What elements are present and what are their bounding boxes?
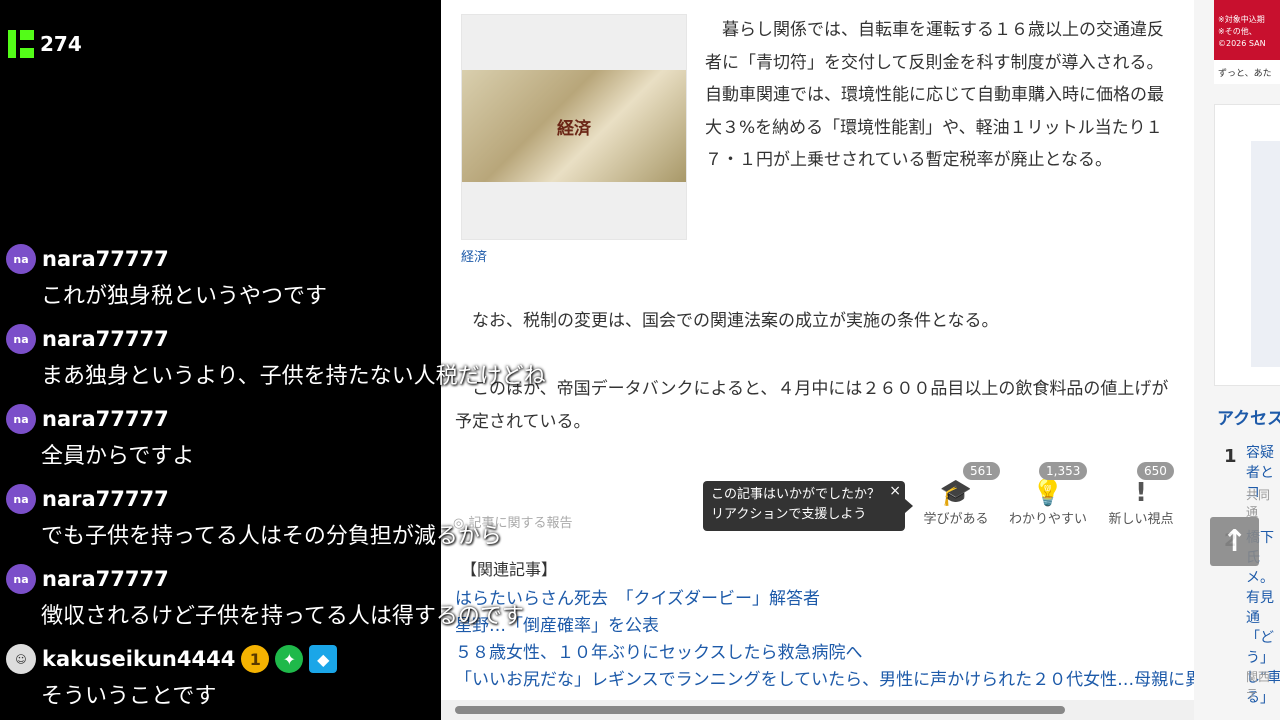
reaction-clear-button[interactable]: 💡 わかりやすい bbox=[1003, 478, 1093, 527]
article-image[interactable]: 経済 bbox=[462, 70, 686, 182]
user-avatar: na bbox=[6, 244, 36, 274]
ranking-source: 関西テ bbox=[1246, 670, 1271, 701]
reaction-count: 650 bbox=[1137, 462, 1174, 480]
reaction-label: 学びがある bbox=[923, 512, 989, 527]
scrollbar-thumb[interactable] bbox=[455, 706, 1065, 714]
chat-text: まあ独身というより、子供を持たない人税だけどね bbox=[41, 364, 546, 389]
article-paragraph: 暮らし関係では、自転車を運転する１６歳以上の交通違反者に「青切符」を交付して反則… bbox=[705, 20, 1164, 170]
reaction-new-view-button[interactable]: ! 新しい視点 bbox=[1103, 478, 1179, 527]
chat-username[interactable]: nara77777 bbox=[42, 247, 169, 271]
related-article-link[interactable]: ５８歳女性、１０年ぶりにセックスしたら救急病院へ bbox=[455, 638, 863, 663]
chat-text: 徴収されるけど子供を持ってる人は得するのです bbox=[41, 604, 524, 629]
image-label: 経済 bbox=[557, 118, 591, 139]
cube-badge-icon: ◆ bbox=[309, 645, 338, 673]
reaction-label: わかりやすい bbox=[1008, 512, 1087, 527]
advertisement[interactable]: ※対象中込期 ※その他、 ©2026 SAN bbox=[1214, 0, 1280, 60]
viewer-count: 274 bbox=[40, 32, 82, 56]
stream-chat-pane: 274 na nara77777 これが独身税というやつです na nara77… bbox=[0, 0, 546, 720]
user-avatar: na bbox=[6, 564, 36, 594]
right-sidebar: ※対象中込期 ※その他、 ©2026 SAN ずっと、あた アクセスランキング … bbox=[1194, 0, 1280, 720]
lightbulb-icon: 💡 bbox=[1031, 478, 1065, 508]
image-caption-link[interactable]: 経済 bbox=[461, 246, 487, 265]
chat-text: これが独身税というやつです bbox=[41, 284, 328, 309]
ad-tagline: ずっと、あた bbox=[1214, 60, 1280, 84]
tooltip-line: リアクションで支援しよう bbox=[711, 507, 867, 522]
viewer-badge: 274 bbox=[8, 30, 82, 58]
chat-username[interactable]: nara77777 bbox=[42, 487, 169, 511]
access-ranking-title: アクセスランキング bbox=[1217, 409, 1280, 429]
user-avatar: na bbox=[6, 404, 36, 434]
reaction-learn-button[interactable]: 🎓 学びがある bbox=[919, 478, 993, 527]
close-icon[interactable]: × bbox=[889, 481, 901, 501]
article-paragraph: このほか、帝国データバンクによると、４月中には２６００品目以上の飲食料品の値上げ… bbox=[455, 379, 1169, 432]
reaction-tooltip: この記事はいかがでしたか？ リアクションで支援しよう × bbox=[703, 481, 913, 531]
arrow-up-icon: ↑ bbox=[1221, 524, 1248, 559]
chat-message: na nara77777 これが独身税というやつです bbox=[6, 244, 327, 310]
reaction-count: 561 bbox=[963, 462, 1000, 480]
ranking-source: 共同通 bbox=[1246, 488, 1271, 519]
reaction-label: 新しい視点 bbox=[1108, 512, 1174, 527]
chat-text: でも子供を持ってる人はその分負担が減るから bbox=[41, 524, 502, 549]
chat-username[interactable]: nara77777 bbox=[42, 327, 169, 351]
horizontal-scrollbar[interactable] bbox=[441, 700, 1194, 720]
exclamation-icon: ! bbox=[1135, 478, 1147, 508]
chat-text: そういうことです bbox=[41, 684, 217, 709]
scroll-to-top-button[interactable]: ↑ bbox=[1210, 517, 1259, 566]
subscriber-badge-icon: 1 bbox=[241, 645, 270, 673]
ad-text: ©2026 SAN bbox=[1218, 39, 1266, 48]
user-avatar: ☺ bbox=[6, 644, 36, 674]
article-paragraph: なお、税制の変更は、国会での関連法案の成立が実施の条件となる。 bbox=[472, 311, 999, 331]
graduation-cap-icon: 🎓 bbox=[939, 478, 973, 508]
chat-text: 全員からですよ bbox=[41, 444, 195, 469]
ad-text: ※対象中込期 bbox=[1218, 15, 1265, 24]
user-avatar: na bbox=[6, 324, 36, 354]
chat-username[interactable]: kakuseikun4444 bbox=[42, 647, 235, 671]
related-heading: 【関連記事】 bbox=[461, 560, 558, 579]
star-badge-icon: ✦ bbox=[275, 645, 304, 673]
rank-number: 1 bbox=[1224, 446, 1237, 467]
related-article-link[interactable]: 「いいお尻だな」レギンスでランニングをしていたら、男性に声かけられた２０代女性…… bbox=[455, 665, 1194, 690]
chat-message: na nara77777 でも子供を持ってる人はその分負担が減るから bbox=[6, 484, 502, 550]
ad-image bbox=[1251, 141, 1280, 367]
user-avatar: na bbox=[6, 484, 36, 514]
tooltip-line: この記事はいかがでしたか？ bbox=[711, 487, 881, 502]
news-article: 経済 経済 暮らし関係では、自転車を運転する１６歳以上の交通違反者に「青切符」を… bbox=[441, 0, 1194, 700]
chat-message: ☺ kakuseikun4444 1 ✦ ◆ そういうことです bbox=[6, 644, 338, 710]
ad-text: ※その他、 bbox=[1218, 27, 1257, 36]
chat-username[interactable]: nara77777 bbox=[42, 567, 169, 591]
chat-message: na nara77777 全員からですよ bbox=[6, 404, 194, 470]
sidebar-ad-card[interactable] bbox=[1214, 104, 1280, 386]
article-image-frame[interactable]: 経済 bbox=[461, 14, 687, 240]
kick-logo-icon bbox=[8, 30, 34, 58]
reaction-count: 1,353 bbox=[1039, 462, 1088, 480]
chat-username[interactable]: nara77777 bbox=[42, 407, 169, 431]
